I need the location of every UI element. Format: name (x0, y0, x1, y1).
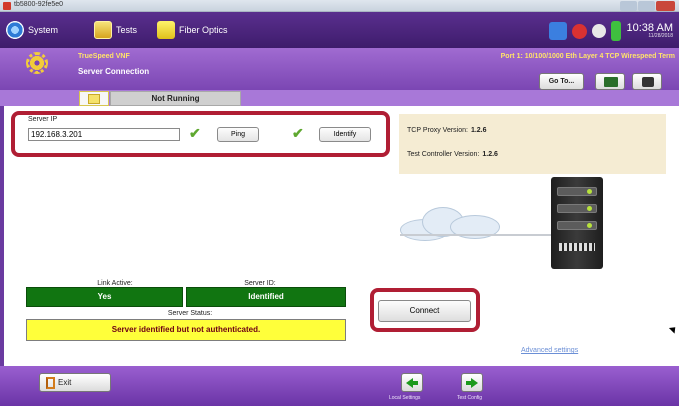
volume-icon[interactable] (591, 24, 606, 38)
screenshot-button[interactable] (632, 73, 662, 90)
tab-strip: Not Running (0, 90, 679, 106)
server-icon (551, 177, 603, 269)
tcp-proxy-version: TCP Proxy Version: 1.2.6 (407, 127, 487, 134)
advanced-settings-link[interactable]: Advanced settings (521, 347, 578, 354)
square-icon (88, 94, 100, 104)
exit-label: Exit (58, 378, 72, 387)
battery-icon[interactable] (610, 21, 621, 41)
test-controller-version-value: 1.2.6 (482, 151, 498, 158)
menu-tests-label: Tests (116, 25, 138, 35)
link-active-value: Yes (26, 287, 183, 307)
network-icon[interactable] (548, 22, 567, 40)
tab-indicator[interactable] (79, 91, 109, 106)
tests-icon (94, 21, 112, 39)
app-name: TrueSpeed VNF (78, 53, 130, 60)
maximize-icon[interactable] (638, 1, 655, 11)
server-status-label: Server Status: (167, 310, 213, 317)
screen-title: Server Connection (78, 67, 150, 76)
test-config-button[interactable] (461, 373, 483, 392)
menu-tests[interactable]: Tests (94, 20, 137, 40)
menu-bar: System Tests Fiber Optics 10:38 AM 11/28… (0, 12, 679, 48)
local-settings-button[interactable] (401, 373, 423, 392)
clock: 10:38 AM 11/28/2018 (627, 23, 673, 39)
server-ip-highlight (11, 111, 390, 157)
tcp-proxy-version-label: TCP Proxy Version: (407, 127, 468, 134)
arrow-right-icon (471, 378, 478, 388)
exit-door-icon (46, 377, 55, 389)
footer-bar: Exit Local Settings Test Config (0, 366, 679, 406)
connection-line (400, 234, 555, 236)
menu-system[interactable]: System (6, 20, 58, 40)
goto-button[interactable]: Go To... (539, 73, 584, 90)
window-titlebar: tb5800-92fe5e0 (0, 0, 679, 12)
version-panel: TCP Proxy Version: 1.2.6 Test Controller … (399, 114, 666, 174)
test-config-label: Test Config (457, 395, 483, 401)
camera-icon (642, 77, 654, 87)
window-title: tb5800-92fe5e0 (14, 1, 64, 8)
gear-icon[interactable] (26, 52, 48, 74)
test-controller-version-label: Test Controller Version: (407, 151, 480, 158)
results-icon (604, 77, 618, 87)
globe-icon (6, 21, 24, 39)
port-label: Port 1: 10/100/1000 Eth Layer 4 TCP Wire… (500, 53, 675, 60)
test-controller-version: Test Controller Version: 1.2.6 (407, 151, 498, 158)
local-settings-label: Local Settings (389, 395, 421, 401)
close-icon[interactable] (656, 1, 675, 11)
alarm-icon[interactable] (571, 23, 587, 39)
test-status-tab[interactable]: Not Running (110, 91, 241, 106)
menu-fiber-optics[interactable]: Fiber Optics (157, 20, 228, 40)
server-status-value: Server identified but not authenticated. (26, 319, 346, 341)
status-tray: 10:38 AM 11/28/2018 (544, 18, 673, 44)
fiber-optics-icon (157, 21, 175, 39)
clock-date: 11/28/2018 (648, 33, 673, 39)
connect-button[interactable]: Connect (378, 300, 471, 322)
results-view-button[interactable] (595, 73, 625, 90)
window-controls (619, 1, 675, 11)
server-id-value: Identified (186, 287, 346, 307)
tcp-proxy-version-value: 1.2.6 (470, 127, 487, 134)
menu-system-label: System (28, 25, 59, 35)
app-header: TrueSpeed VNF Server Connection Port 1: … (0, 48, 679, 90)
app-logo-icon (3, 2, 11, 10)
server-id-label: Server ID: (244, 280, 276, 287)
exit-button[interactable]: Exit (39, 373, 111, 392)
cloud-icon (400, 205, 510, 243)
link-active-label: Link Active: (97, 280, 133, 287)
menu-fiber-optics-label: Fiber Optics (179, 25, 228, 35)
minimize-icon[interactable] (620, 1, 637, 11)
